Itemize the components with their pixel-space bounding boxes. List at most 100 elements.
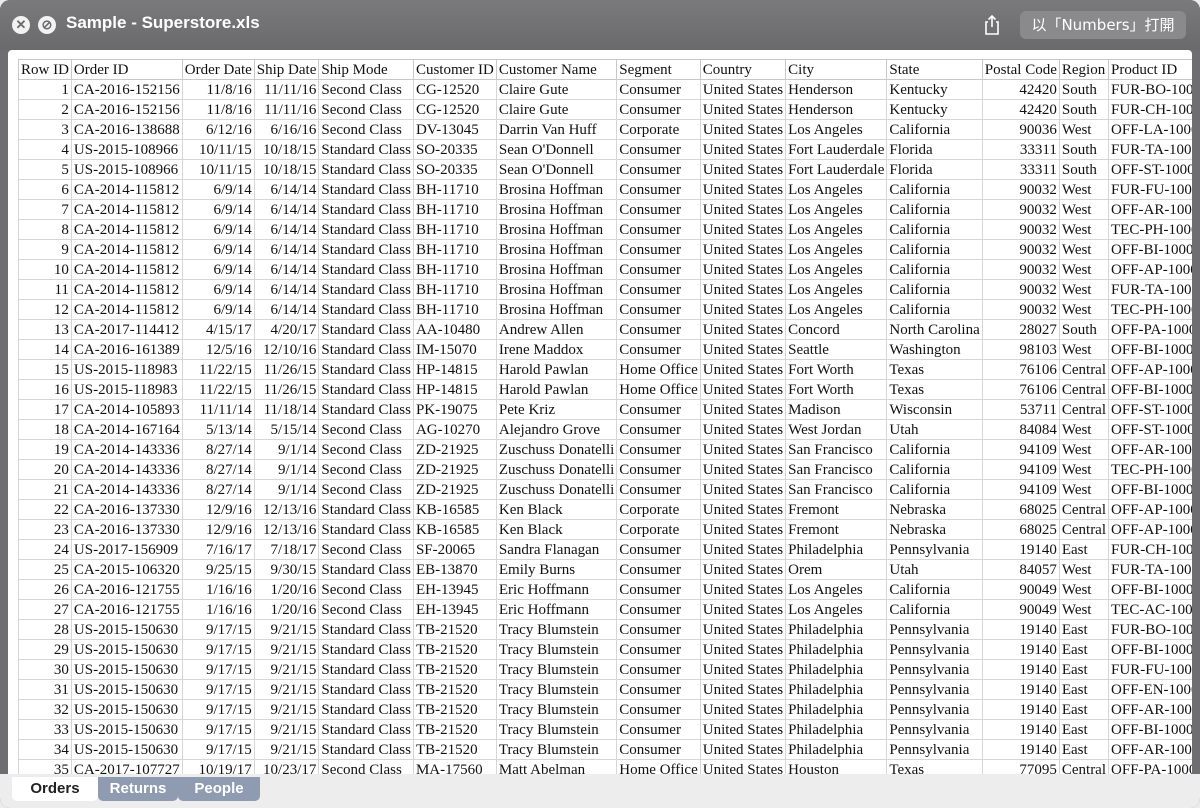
table-cell[interactable]: Seattle (785, 339, 888, 360)
table-cell[interactable]: Standard Class (318, 559, 414, 580)
table-cell[interactable]: Standard Class (318, 379, 414, 400)
table-cell[interactable]: 10 (18, 259, 72, 280)
table-cell[interactable]: San Francisco (785, 459, 888, 480)
table-cell[interactable]: Consumer (616, 279, 701, 300)
table-cell[interactable]: 10/19/17 (181, 759, 255, 774)
column-header[interactable]: Row ID (18, 59, 72, 80)
table-cell[interactable]: 7/16/17 (181, 539, 255, 560)
table-cell[interactable]: 19 (18, 439, 72, 460)
table-cell[interactable]: 8/27/14 (181, 479, 255, 500)
table-cell[interactable]: 6/9/14 (181, 299, 255, 320)
table-cell[interactable]: Consumer (616, 239, 701, 260)
table-cell[interactable]: 13 (18, 319, 72, 340)
table-cell[interactable]: Pennsylvania (886, 619, 983, 640)
table-cell[interactable]: Houston (785, 759, 888, 774)
table-cell[interactable]: CA-2014-115812 (70, 299, 183, 320)
table-cell[interactable]: 12/13/16 (253, 519, 320, 540)
table-cell[interactable]: Florida (886, 139, 983, 160)
table-cell[interactable]: West (1058, 239, 1110, 260)
table-cell[interactable]: TEC-PH-10002033 (1108, 299, 1192, 320)
table-cell[interactable]: 12/10/16 (253, 339, 320, 360)
table-cell[interactable]: CA-2017-114412 (70, 319, 183, 340)
table-cell[interactable]: Los Angeles (785, 239, 888, 260)
table-cell[interactable]: United States (699, 179, 787, 200)
table-cell[interactable]: Los Angeles (785, 259, 888, 280)
table-cell[interactable]: 9/21/15 (253, 719, 320, 740)
table-cell[interactable]: California (886, 219, 983, 240)
table-cell[interactable]: Utah (886, 559, 983, 580)
share-icon[interactable] (982, 14, 1002, 36)
table-cell[interactable]: 11/11/16 (253, 79, 320, 100)
table-cell[interactable]: BH-11710 (412, 279, 497, 300)
table-cell[interactable]: ZD-21925 (412, 439, 497, 460)
table-cell[interactable]: 7/18/17 (253, 539, 320, 560)
table-cell[interactable]: FUR-BO-10001798 (1108, 79, 1192, 100)
table-cell[interactable]: Second Class (318, 539, 414, 560)
table-cell[interactable]: Consumer (616, 739, 701, 760)
table-cell[interactable]: 21 (18, 479, 72, 500)
table-cell[interactable]: OFF-BI-10001634 (1108, 579, 1192, 600)
table-cell[interactable]: AG-10270 (412, 419, 497, 440)
table-cell[interactable]: 11/8/16 (181, 99, 255, 120)
table-cell[interactable]: United States (699, 699, 787, 720)
table-cell[interactable]: Fort Lauderdale (785, 139, 888, 160)
column-header[interactable]: City (785, 59, 888, 80)
table-cell[interactable]: 27 (18, 599, 72, 620)
table-cell[interactable]: 9/1/14 (253, 459, 320, 480)
table-cell[interactable]: KB-16585 (412, 519, 497, 540)
spreadsheet-grid[interactable]: Row ID Order ID Order Date Ship Date Ship Mo… (8, 50, 1192, 774)
table-cell[interactable]: South (1058, 139, 1110, 160)
table-cell[interactable]: Consumer (616, 419, 701, 440)
table-cell[interactable]: 33311 (981, 159, 1060, 180)
table-cell[interactable]: BH-11710 (412, 219, 497, 240)
table-cell[interactable]: BH-11710 (412, 239, 497, 260)
table-cell[interactable]: West Jordan (785, 419, 888, 440)
table-cell[interactable]: West (1058, 179, 1110, 200)
table-cell[interactable]: United States (699, 579, 787, 600)
table-cell[interactable]: Consumer (616, 659, 701, 680)
table-cell[interactable]: 11/26/15 (253, 379, 320, 400)
table-cell[interactable]: 9/21/15 (253, 639, 320, 660)
table-cell[interactable]: CG-12520 (412, 79, 497, 100)
table-cell[interactable]: EB-13870 (412, 559, 497, 580)
table-cell[interactable]: 9/17/15 (181, 659, 255, 680)
table-cell[interactable]: California (886, 579, 983, 600)
table-cell[interactable]: 77095 (981, 759, 1060, 774)
table-cell[interactable]: 42420 (981, 99, 1060, 120)
table-cell[interactable]: Brosina Hoffman (495, 239, 618, 260)
table-cell[interactable]: 19140 (981, 619, 1060, 640)
column-header[interactable]: Segment (616, 59, 701, 80)
table-cell[interactable]: Texas (886, 759, 983, 774)
table-cell[interactable]: Concord (785, 319, 888, 340)
table-cell[interactable]: 12/13/16 (253, 499, 320, 520)
table-cell[interactable]: Sandra Flanagan (495, 539, 618, 560)
table-cell[interactable]: East (1058, 659, 1110, 680)
table-cell[interactable]: Los Angeles (785, 579, 888, 600)
table-cell[interactable]: 9/21/15 (253, 679, 320, 700)
table-cell[interactable]: United States (699, 379, 787, 400)
table-cell[interactable]: East (1058, 699, 1110, 720)
table-cell[interactable]: 9/1/14 (253, 439, 320, 460)
table-cell[interactable]: 25 (18, 559, 72, 580)
table-cell[interactable]: 76106 (981, 359, 1060, 380)
table-cell[interactable]: East (1058, 679, 1110, 700)
table-cell[interactable]: 19140 (981, 719, 1060, 740)
table-cell[interactable]: Central (1058, 399, 1110, 420)
table-cell[interactable]: Alejandro Grove (495, 419, 618, 440)
table-cell[interactable]: CA-2014-167164 (70, 419, 183, 440)
table-cell[interactable]: FUR-TA-10001539 (1108, 279, 1192, 300)
table-cell[interactable]: 6/12/16 (181, 119, 255, 140)
table-cell[interactable]: Standard Class (318, 139, 414, 160)
table-cell[interactable]: East (1058, 539, 1110, 560)
table-cell[interactable]: Los Angeles (785, 119, 888, 140)
table-cell[interactable]: Standard Class (318, 659, 414, 680)
table-cell[interactable]: ZD-21925 (412, 479, 497, 500)
table-cell[interactable]: 14 (18, 339, 72, 360)
table-cell[interactable]: 9/17/15 (181, 619, 255, 640)
table-cell[interactable]: US-2015-118983 (70, 359, 183, 380)
table-cell[interactable]: 6/9/14 (181, 199, 255, 220)
table-cell[interactable]: Brosina Hoffman (495, 219, 618, 240)
table-cell[interactable]: Second Class (318, 99, 414, 120)
table-cell[interactable]: West (1058, 299, 1110, 320)
table-cell[interactable]: Brosina Hoffman (495, 299, 618, 320)
